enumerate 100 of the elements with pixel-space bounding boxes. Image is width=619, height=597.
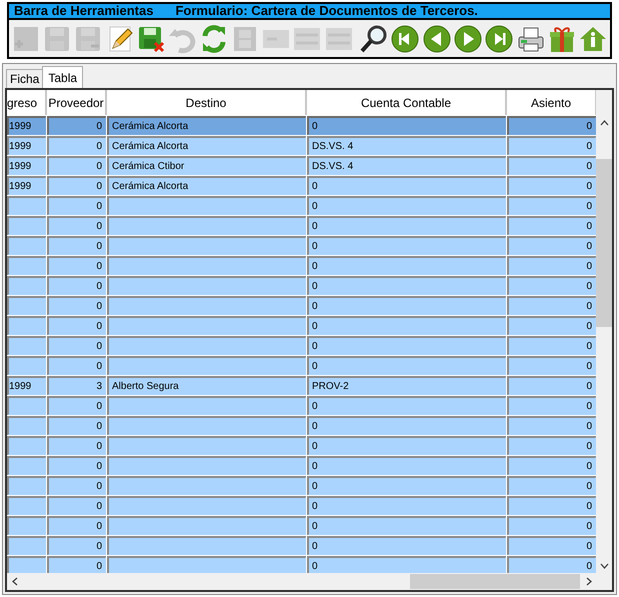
table-cell[interactable]: 0 [507, 396, 596, 416]
table-cell[interactable]: Cerámica Alcorta [107, 116, 307, 136]
table-cell[interactable]: 0 [47, 436, 107, 456]
table-cell[interactable]: Cerámica Alcorta [107, 136, 307, 156]
table-cell[interactable]: 0 [47, 276, 107, 296]
table-cell[interactable] [107, 276, 307, 296]
table-cell[interactable]: 0 [507, 516, 596, 536]
table-cell[interactable]: 0 [47, 196, 107, 216]
table-cell[interactable]: 0 [507, 336, 596, 356]
table-cell[interactable] [7, 236, 47, 256]
table-cell[interactable]: 0 [507, 416, 596, 436]
table-cell[interactable]: 0 [307, 356, 507, 376]
table-cell[interactable] [7, 556, 47, 573]
table-cell[interactable]: 0 [307, 396, 507, 416]
table-cell[interactable]: 0 [307, 496, 507, 516]
table-cell[interactable]: 0 [47, 476, 107, 496]
table-cell[interactable]: 0 [507, 556, 596, 573]
table-cell[interactable] [7, 436, 47, 456]
table-cell[interactable]: DS.VS. 4 [307, 156, 507, 176]
table-cell[interactable] [7, 396, 47, 416]
table-cell[interactable]: 0 [307, 236, 507, 256]
table-cell[interactable] [107, 336, 307, 356]
table-cell[interactable]: 0 [307, 556, 507, 573]
table-cell[interactable]: 0 [307, 276, 507, 296]
table-cell[interactable]: 0 [507, 136, 596, 156]
table-cell[interactable] [7, 196, 47, 216]
table-cell[interactable] [107, 256, 307, 276]
table-cell[interactable]: 1999 [7, 116, 47, 136]
table-cell[interactable] [7, 516, 47, 536]
table-cell[interactable]: 0 [507, 216, 596, 236]
table-cell[interactable]: 0 [307, 536, 507, 556]
table-cell[interactable]: 0 [307, 216, 507, 236]
table-cell[interactable]: 0 [47, 556, 107, 573]
table-cell[interactable] [107, 216, 307, 236]
table-cell[interactable] [7, 416, 47, 436]
table-cell[interactable] [107, 536, 307, 556]
table-cell[interactable]: PROV-2 [307, 376, 507, 396]
table-cell[interactable] [7, 276, 47, 296]
scrollbar-thumb[interactable] [410, 574, 580, 589]
table-cell[interactable]: 0 [507, 316, 596, 336]
table-cell[interactable]: 0 [507, 156, 596, 176]
table-cell[interactable] [107, 436, 307, 456]
table-cell[interactable]: 0 [47, 296, 107, 316]
table-cell[interactable]: 0 [47, 336, 107, 356]
table-cell[interactable]: 0 [507, 196, 596, 216]
scroll-up-icon[interactable] [600, 120, 608, 126]
table-cell[interactable]: 0 [507, 456, 596, 476]
table-cell[interactable]: 0 [307, 116, 507, 136]
table-cell[interactable] [7, 216, 47, 236]
table-cell[interactable] [107, 416, 307, 436]
table-cell[interactable]: 0 [307, 516, 507, 536]
table-cell[interactable]: 0 [307, 296, 507, 316]
table-cell[interactable]: 0 [507, 536, 596, 556]
table-cell[interactable] [7, 316, 47, 336]
table-cell[interactable]: 0 [507, 356, 596, 376]
table-cell[interactable] [107, 196, 307, 216]
table-cell[interactable]: Cerámica Alcorta [107, 176, 307, 196]
table-cell[interactable] [107, 496, 307, 516]
table-cell[interactable]: 0 [307, 316, 507, 336]
table-cell[interactable]: 0 [47, 536, 107, 556]
table-cell[interactable]: 1999 [7, 136, 47, 156]
table-cell[interactable] [107, 396, 307, 416]
scrollbar-thumb[interactable] [596, 159, 612, 327]
table-cell[interactable]: 0 [47, 316, 107, 336]
table-cell[interactable] [7, 356, 47, 376]
scroll-left-icon[interactable] [12, 577, 18, 586]
table-cell[interactable]: 0 [507, 476, 596, 496]
table-cell[interactable]: 0 [507, 236, 596, 256]
table-cell[interactable]: 0 [307, 476, 507, 496]
table-cell[interactable]: 3 [47, 376, 107, 396]
table-cell[interactable]: 0 [47, 136, 107, 156]
table-cell[interactable]: 0 [507, 296, 596, 316]
table-cell[interactable]: 0 [47, 116, 107, 136]
table-cell[interactable] [7, 536, 47, 556]
table-cell[interactable] [7, 336, 47, 356]
table-cell[interactable] [7, 256, 47, 276]
table-cell[interactable]: 0 [47, 356, 107, 376]
table-cell[interactable]: 0 [307, 196, 507, 216]
table-cell[interactable]: 0 [307, 416, 507, 436]
table-cell[interactable]: 1999 [7, 156, 47, 176]
table-cell[interactable]: Cerámica Ctibor [107, 156, 307, 176]
table-cell[interactable]: 0 [47, 156, 107, 176]
scroll-right-icon[interactable] [586, 577, 592, 586]
table-cell[interactable] [107, 476, 307, 496]
table-cell[interactable]: 0 [507, 276, 596, 296]
table-cell[interactable] [7, 476, 47, 496]
table-cell[interactable]: 0 [47, 256, 107, 276]
table-cell[interactable]: 0 [307, 256, 507, 276]
table-cell[interactable]: 0 [47, 496, 107, 516]
table-cell[interactable]: 0 [507, 176, 596, 196]
table-cell[interactable]: Alberto Segura [107, 376, 307, 396]
table-cell[interactable]: 0 [47, 216, 107, 236]
table-cell[interactable]: 0 [507, 256, 596, 276]
table-cell[interactable]: DS.VS. 4 [307, 136, 507, 156]
table-cell[interactable]: 0 [307, 176, 507, 196]
table-cell[interactable]: 0 [307, 456, 507, 476]
table-cell[interactable] [7, 456, 47, 476]
table-cell[interactable] [107, 556, 307, 573]
table-cell[interactable]: 1999 [7, 176, 47, 196]
tab[interactable]: Ficha [6, 69, 44, 88]
